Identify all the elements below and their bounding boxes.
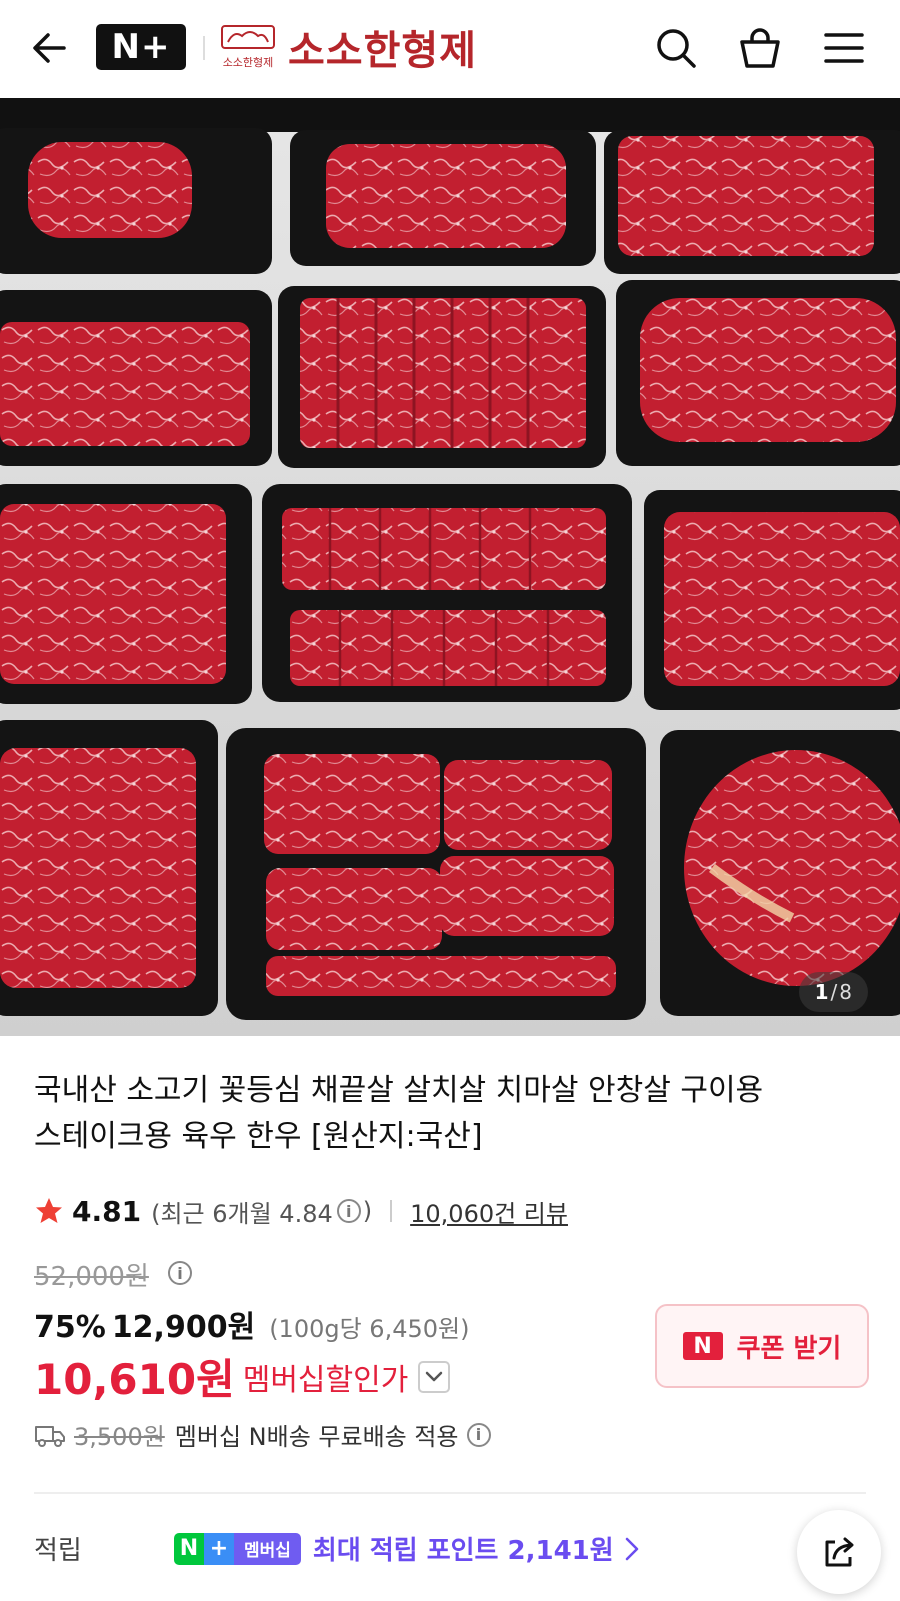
share-button[interactable] [797, 1510, 881, 1594]
meat-tray [278, 286, 606, 468]
image-counter-separator: / [830, 980, 838, 1004]
image-counter-total: 8 [839, 980, 852, 1004]
product-title: 국내산 소고기 꽃등심 채끝살 살치살 치마살 안창살 구이용 스테이크용 육우… [34, 1068, 874, 1160]
naver-membership-badge: N + 멤버십 [174, 1532, 301, 1565]
meat-tray [604, 130, 900, 274]
meat-tray [0, 128, 272, 274]
rating-score: 4.81 [72, 1194, 142, 1228]
discount-rate: 75% [34, 1310, 106, 1345]
price-info-icon[interactable]: i [168, 1261, 192, 1285]
meat-tray [660, 730, 900, 1016]
meat-tray [290, 130, 596, 266]
member-price-label: 멤버십할인가 [242, 1362, 409, 1398]
meat-tray [616, 280, 900, 466]
chevron-down-icon [426, 1371, 443, 1381]
info-icon[interactable]: i [336, 1199, 361, 1223]
delivery-truck-icon [35, 1425, 65, 1447]
rating-divider [390, 1200, 393, 1222]
search-button[interactable] [652, 24, 700, 72]
shipping-note: 멤버십 N배송 무료배송 적용 [174, 1423, 459, 1451]
top-header: N+ 소소한형제 소소한형제 [0, 0, 900, 98]
star-icon [36, 1198, 62, 1223]
sale-price-row: 75% 12,900원 (100g당 6,450원) [34, 1302, 469, 1346]
nplus-store-badge[interactable]: N+ [96, 24, 186, 70]
meat-tray [0, 720, 218, 1016]
meat-tray [644, 490, 900, 710]
product-title-line2: 스테이크용 육우 한우 [원산지:국산] [34, 1119, 483, 1154]
search-icon [657, 29, 696, 68]
section-divider [34, 1492, 866, 1494]
product-photo [0, 98, 900, 1036]
meat-tray [0, 484, 252, 704]
header-divider [203, 36, 205, 60]
image-counter: 1 / 8 [798, 972, 868, 1012]
meat-tray [0, 290, 272, 466]
store-logo-text: 소소한형제 [223, 56, 274, 69]
member-price-row: 10,610원 멤버십할인가 [34, 1346, 451, 1407]
recent-rating-close: ) [362, 1197, 373, 1225]
store-logo[interactable]: 소소한형제 [218, 20, 278, 74]
shipping-fee: 3,500원 [74, 1423, 165, 1451]
recent-rating-text: (최근 6개월 4.84 [151, 1199, 333, 1228]
hamburger-menu-icon [824, 33, 864, 63]
points-label: 적립 [34, 1536, 82, 1566]
rating-row: 4.81 (최근 6개월 4.84 i ) 10,060건 리뷰 [34, 1193, 568, 1229]
arrow-left-icon [33, 33, 66, 63]
meat-tray [262, 484, 632, 702]
shipping-row: 3,500원 멤버십 N배송 무료배송 적용 i [34, 1417, 493, 1452]
badge-n: N [174, 1532, 204, 1565]
member-price-expand-button[interactable] [418, 1360, 451, 1393]
member-price: 10,610원 [34, 1355, 235, 1404]
unit-price: (100g당 6,450원) [269, 1315, 470, 1343]
sale-price: 12,900원 [111, 1310, 256, 1345]
badge-plus: + [204, 1532, 234, 1565]
image-counter-current: 1 [814, 980, 829, 1004]
review-count-link[interactable]: 10,060건 리뷰 [410, 1194, 568, 1229]
shopping-bag-icon [740, 28, 780, 68]
store-name[interactable]: 소소한형제 [288, 18, 477, 76]
naver-coupon-icon: N [682, 1332, 723, 1360]
shipping-info-icon[interactable]: i [466, 1422, 491, 1447]
coupon-download-button[interactable]: N 쿠폰 받기 [655, 1304, 869, 1388]
coupon-button-label: 쿠폰 받기 [736, 1333, 842, 1364]
share-icon [825, 1537, 854, 1567]
original-price: 52,000원 [34, 1262, 149, 1292]
badge-membership-text: 멤버십 [234, 1532, 301, 1565]
max-points-text[interactable]: 최대 적립 포인트 2,141원 [313, 1530, 614, 1567]
chevron-right-icon [625, 1537, 638, 1560]
back-button[interactable] [28, 26, 72, 70]
product-image-carousel[interactable]: 1 / 8 [0, 98, 900, 1036]
menu-button[interactable] [820, 24, 868, 72]
product-title-line1: 국내산 소고기 꽃등심 채끝살 살치살 치마살 안창살 구이용 [34, 1073, 764, 1108]
cart-button[interactable] [736, 24, 784, 72]
meat-tray [226, 728, 646, 1020]
points-row[interactable]: 적립 N + 멤버십 최대 적립 포인트 2,141원 [34, 1530, 640, 1567]
